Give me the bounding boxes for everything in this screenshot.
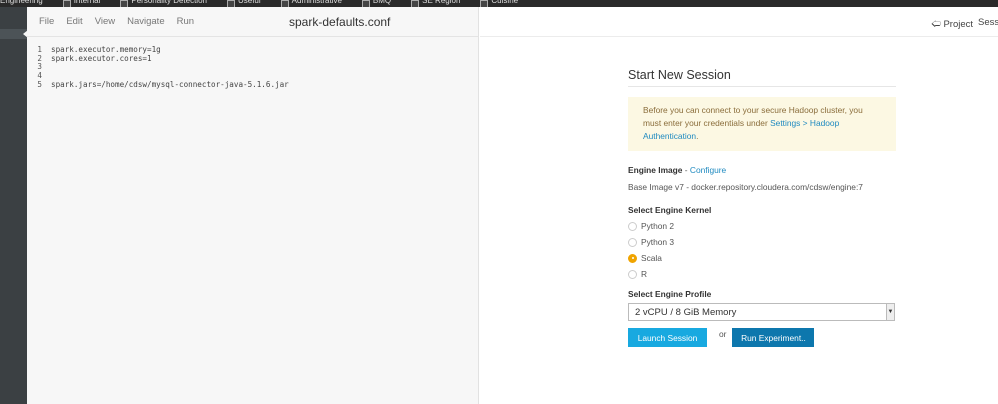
engine-profile-select[interactable]: 2 vCPU / 8 GiB Memory ▼ [628,303,895,321]
bookmark-item[interactable]: Internal [62,0,111,7]
kernel-label: Python 2 [641,221,675,231]
kernel-label: Scala [641,253,662,263]
session-header: 🢠 Project Sessi [480,7,998,37]
menu-navigate[interactable]: Navigate [127,16,165,27]
radio-icon[interactable] [628,221,637,231]
kernel-label: Select Engine Kernel [628,205,712,215]
radio-icon[interactable] [628,253,637,263]
editor-header: File Edit View Navigate Run spark-defaul… [27,7,478,37]
project-label: Project [943,19,974,30]
session-pane: 🢠 Project Sessi Start New Session Before… [480,7,998,404]
bookmarks-bar: Engineering Internal Personality Detection… [0,0,998,7]
bookmark-label: Internal [73,0,101,5]
configure-link[interactable]: Configure [690,165,726,175]
base-image: Base Image v7 - docker.repository.cloude… [628,182,863,192]
line-text: spark.executor.cores=1 [51,53,152,63]
folder-icon [226,0,235,7]
run-experiment-button[interactable]: Run Experiment.. [732,328,815,347]
bookmark-label: SE Region [422,0,461,5]
bookmark-item[interactable]: Cuisine [480,0,528,7]
bookmark-item[interactable]: Useful [226,0,271,7]
start-session-panel: Start New Session Before you can connect… [628,68,896,347]
hadoop-alert: Before you can connect to your secure Ha… [628,97,896,151]
project-link[interactable]: 🢠 Project [931,17,973,33]
menu-file[interactable]: File [39,16,54,27]
radio-icon[interactable] [628,237,637,247]
folder-icon [480,0,489,7]
folder-icon [280,0,289,7]
folder-icon [361,0,370,7]
code-line: 5 spark.jars=/home/cdsw/mysql-connector-j… [27,79,478,90]
folder-icon [120,0,129,7]
separator: - [682,165,690,175]
code-line: 3 [27,63,478,72]
bookmark-label: Engineering [0,0,43,5]
file-name: spark-defaults.conf [289,15,391,29]
bookmark-label: Useful [237,0,261,5]
kernel-label: Python 3 [641,237,675,247]
menu-edit[interactable]: Edit [66,16,82,27]
kernel-option[interactable]: Python 2 [628,218,896,234]
bookmark-label: Personality Detection [131,0,207,5]
profile-label: Select Engine Profile [628,289,712,299]
menu-run[interactable]: Run [177,16,194,27]
editor-pane: File Edit View Navigate Run spark-defaul… [27,7,479,404]
bookmark-item[interactable]: Administrative [280,0,352,7]
bookmark-item[interactable]: Personality Detection [120,0,217,7]
menu-view[interactable]: View [95,16,115,27]
sessions-link[interactable]: Sessi [978,17,998,28]
kernel-option[interactable]: Scala [628,250,896,266]
line-number: 5 [37,79,42,89]
code-line: 2 spark.executor.cores=1 [27,53,478,64]
bookmark-label: Administrative [291,0,342,5]
engine-image-label: Engine Image [628,165,683,175]
folder-icon [62,0,71,7]
sidebar [0,7,28,404]
bookmark-label: BMQ [372,0,392,5]
code-editor[interactable]: 1 spark.executor.memory=1g 2 spark.executor… [27,37,478,89]
or-text: or [719,329,727,339]
profile-value: 2 vCPU / 8 GiB Memory [635,306,737,318]
bookmark-item[interactable]: BMQ [361,0,401,7]
folder-icon [411,0,420,7]
kernel-label: R [641,269,648,279]
radio-icon[interactable] [628,269,637,279]
arrow-left-icon: 🢠 [931,19,941,30]
alert-end: . [696,131,699,141]
panel-title: Start New Session [628,68,896,87]
launch-session-button[interactable]: Launch Session [628,328,707,347]
kernel-option[interactable]: Python 3 [628,234,896,250]
bookmark-item[interactable]: SE Region [411,0,470,7]
bookmark-label: Cuisine [491,0,519,5]
line-text: spark.jars=/home/cdsw/mysql-connector-ja… [51,79,289,89]
kernel-option[interactable]: R [628,266,896,282]
bookmark-item[interactable]: Engineering [0,0,53,5]
kernel-radio-group: Python 2 Python 3 Scala R [628,218,896,282]
dropdown-arrow-icon: ▼ [886,304,894,320]
